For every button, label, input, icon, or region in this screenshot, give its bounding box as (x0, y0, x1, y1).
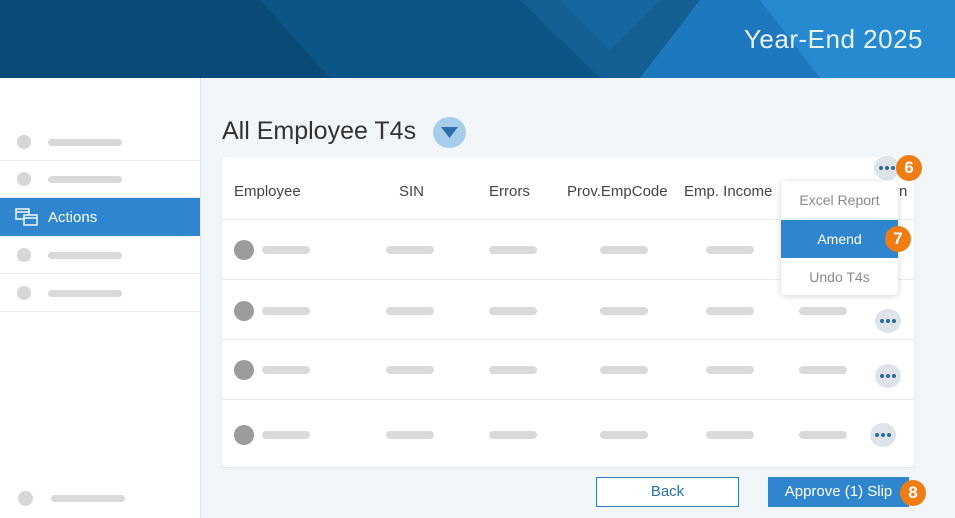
errors-placeholder (489, 431, 537, 439)
employee-name-placeholder (262, 246, 310, 254)
sidebar-item-label-placeholder (48, 252, 122, 259)
column-header-emp-income[interactable]: Emp. Income (684, 183, 772, 200)
prov-empcode-placeholder (600, 366, 648, 374)
sidebar-item-label: Actions (48, 209, 98, 226)
employee-avatar (234, 425, 254, 445)
column-header-prov-empcode[interactable]: Prov.EmpCode (567, 183, 668, 200)
caret-down-icon (441, 127, 458, 138)
table-row[interactable] (222, 339, 914, 399)
column-header-sin[interactable]: SIN (399, 183, 424, 200)
sidebar-item-actions[interactable]: Actions (0, 198, 200, 236)
row-action-menu: Excel Report Amend Undo T4s (781, 181, 898, 295)
menu-item-undo-t4s[interactable]: Undo T4s (781, 258, 898, 296)
sidebar-footer-icon-placeholder (18, 491, 33, 506)
employee-name-placeholder (262, 307, 310, 315)
sidebar-item-label-placeholder (48, 139, 122, 146)
sidebar-item-placeholder[interactable] (0, 274, 200, 312)
emp-income-placeholder (706, 366, 754, 374)
employee-avatar (234, 301, 254, 321)
prov-empcode-placeholder (600, 431, 648, 439)
step-badge-6: 6 (896, 155, 922, 181)
action-placeholder (799, 431, 847, 439)
employee-name-placeholder (262, 366, 310, 374)
prov-empcode-placeholder (600, 246, 648, 254)
menu-item-excel-report[interactable]: Excel Report (781, 181, 898, 219)
sidebar-item-label-placeholder (48, 290, 122, 297)
menu-item-amend[interactable]: Amend (781, 220, 898, 258)
errors-placeholder (489, 366, 537, 374)
employee-name-placeholder (262, 431, 310, 439)
sidebar-item-icon-placeholder (17, 248, 31, 262)
app-title: Year-End 2025 (743, 24, 923, 54)
row-more-button[interactable] (875, 364, 901, 388)
emp-income-placeholder (706, 307, 754, 315)
sidebar-item-icon-placeholder (17, 172, 31, 186)
column-header-action[interactable]: n (899, 183, 907, 200)
errors-placeholder (489, 307, 537, 315)
employee-avatar (234, 360, 254, 380)
sidebar-footer-label-placeholder (51, 495, 125, 502)
prov-empcode-placeholder (600, 307, 648, 315)
copy-windows-icon (15, 208, 38, 226)
column-header-errors[interactable]: Errors (489, 183, 530, 200)
app-header: Year-End 2025 (0, 0, 955, 78)
employee-avatar (234, 240, 254, 260)
sidebar-item-icon-placeholder (17, 135, 31, 149)
back-button[interactable]: Back (596, 477, 739, 507)
action-placeholder (799, 366, 847, 374)
sidebar-item-placeholder[interactable] (0, 160, 200, 198)
sin-placeholder (386, 431, 434, 439)
row-more-button[interactable] (870, 423, 896, 447)
sin-placeholder (386, 366, 434, 374)
page-title: All Employee T4s (222, 117, 417, 145)
sidebar-item-placeholder[interactable] (0, 123, 200, 161)
table-row[interactable] (222, 399, 914, 467)
column-header-employee[interactable]: Employee (234, 183, 301, 200)
sidebar-item-icon-placeholder (17, 286, 31, 300)
sin-placeholder (386, 246, 434, 254)
row-more-button[interactable] (875, 309, 901, 333)
title-dropdown-button[interactable] (433, 117, 466, 148)
action-placeholder (799, 307, 847, 315)
sidebar: Actions (0, 78, 201, 518)
sidebar-item-label-placeholder (48, 176, 122, 183)
emp-income-placeholder (706, 431, 754, 439)
approve-slip-button[interactable]: Approve (1) Slip (768, 477, 909, 507)
emp-income-placeholder (706, 246, 754, 254)
sin-placeholder (386, 307, 434, 315)
step-badge-8: 8 (900, 480, 926, 506)
sidebar-item-placeholder[interactable] (0, 236, 200, 274)
step-badge-7: 7 (885, 226, 911, 252)
errors-placeholder (489, 246, 537, 254)
